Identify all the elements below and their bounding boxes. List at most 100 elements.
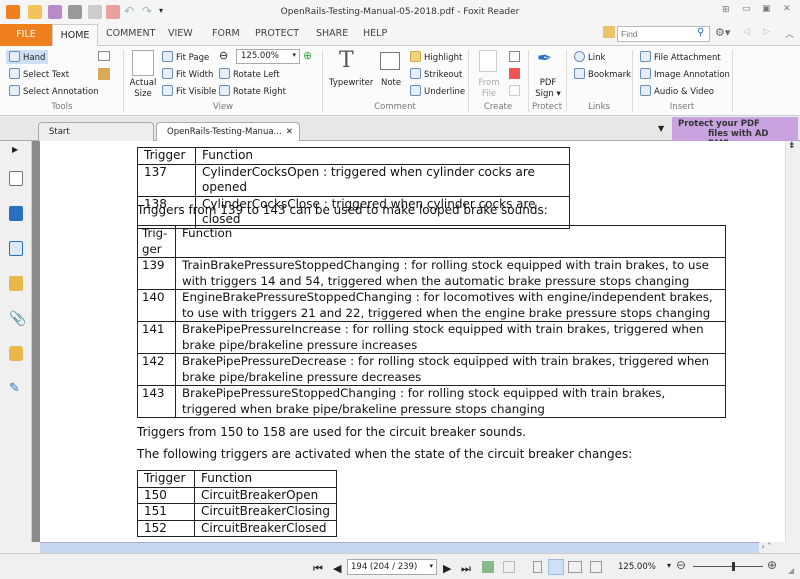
collapse-ribbon-icon[interactable]: ︿ [785, 27, 794, 40]
gear-icon[interactable]: ⚙▾ [715, 26, 730, 39]
layers-icon[interactable] [9, 206, 23, 221]
underline-button[interactable]: Underline [410, 85, 465, 97]
tab-help[interactable]: HELP [363, 28, 387, 39]
strikeout-button[interactable]: Strikeout [410, 68, 462, 80]
split-handle-icon[interactable]: ⇟ [788, 141, 796, 151]
find-options-icon[interactable] [603, 26, 615, 38]
pdf-sign-button[interactable]: PDF Sign ▾ [535, 78, 561, 100]
next-result-icon[interactable]: ▷ [763, 27, 770, 37]
create-blank-icon[interactable] [509, 51, 520, 62]
zoom-slider[interactable] [693, 566, 763, 567]
close-tab-icon[interactable]: ✕ [286, 127, 293, 137]
minimize-button[interactable]: ▭ [742, 4, 751, 14]
previous-page-icon[interactable]: ◀ [333, 562, 341, 575]
expand-panel-icon[interactable]: ▶ [12, 145, 18, 154]
zoom-out-icon[interactable]: ⊖ [676, 558, 686, 572]
zoom-select[interactable]: 125.00% ▾ [236, 49, 300, 64]
select-text-icon [9, 68, 20, 79]
zoom-level[interactable]: 125.00% [618, 562, 656, 572]
scroll-right-icon[interactable]: › ˅ [759, 542, 785, 553]
next-page-icon[interactable]: ▶ [443, 562, 451, 575]
image-annotation-button[interactable]: Image Annotation [640, 68, 730, 80]
from-file-button[interactable]: From File [477, 78, 501, 100]
image-icon [640, 68, 651, 79]
tab-start[interactable]: Start [38, 122, 154, 141]
tab-file[interactable]: FILE [0, 24, 52, 46]
table-row: 152 CircuitBreakerClosed [136, 519, 337, 537]
horizontal-scrollbar[interactable]: › ˅ [40, 542, 785, 553]
fit-width-button[interactable]: Fit Width [162, 68, 213, 80]
facing-page-icon[interactable] [568, 561, 582, 573]
bookmark-icon [574, 68, 585, 79]
tab-form[interactable]: FORM [212, 28, 240, 39]
create-scanner-icon[interactable] [509, 68, 520, 79]
signature-icon[interactable]: ✎ [9, 381, 23, 396]
page-number-input[interactable]: 194 (204 / 239) ▾ [347, 559, 437, 575]
resize-grip-icon[interactable]: ◢ [788, 566, 794, 575]
prev-result-icon[interactable]: ◁ [743, 27, 750, 37]
fit-visible-button[interactable]: Fit Visible [162, 85, 216, 97]
typewriter-button[interactable]: Typewriter [329, 78, 373, 88]
panel-splitter[interactable] [32, 141, 40, 542]
fit-page-button[interactable]: Fit Page [162, 51, 209, 63]
tab-list-dropdown-icon[interactable]: ▼ [658, 124, 664, 133]
previous-view-icon[interactable] [482, 561, 494, 573]
continuous-facing-icon[interactable] [590, 561, 602, 573]
vertical-scrollbar[interactable]: ⇟ [785, 141, 800, 542]
next-view-icon[interactable] [503, 561, 515, 573]
select-text-button[interactable]: Select Text [9, 68, 69, 80]
last-page-icon[interactable]: ⏭ [461, 562, 471, 576]
first-page-icon[interactable]: ⏮ [313, 562, 323, 576]
search-icon[interactable]: ⚲ [697, 27, 704, 38]
group-label-create: Create [483, 102, 513, 112]
maximize-button[interactable]: ▣ [762, 4, 771, 14]
comments-icon[interactable] [9, 276, 23, 291]
attachments-icon[interactable]: 📎 [9, 311, 26, 327]
tab-share[interactable]: SHARE [316, 28, 348, 39]
group-label-comment: Comment [374, 102, 416, 112]
bookmarks-icon[interactable] [9, 241, 23, 256]
group-label-tools: Tools [51, 102, 73, 112]
note-icon [380, 52, 400, 70]
table-row: 140 EngineBrakePressureStoppedChanging : … [137, 289, 726, 322]
close-button[interactable]: ✕ [783, 4, 791, 14]
tab-home[interactable]: HOME [52, 24, 98, 47]
table-row: 151 CircuitBreakerClosing [136, 503, 337, 521]
layout-icon[interactable]: ⊞ [722, 5, 730, 15]
bookmark-button[interactable]: Bookmark [574, 68, 631, 80]
page-thumbnails-icon[interactable] [9, 171, 23, 186]
table-row: 137 CylinderCocksOpen : triggered when cy… [137, 163, 570, 197]
lock-icon[interactable] [9, 346, 23, 361]
create-clipboard-icon[interactable] [509, 85, 520, 96]
continuous-page-icon[interactable] [548, 559, 564, 575]
pdf-sign-icon: ✒ [537, 48, 553, 69]
zoom-in-icon[interactable]: ⊕ [767, 558, 777, 572]
zoom-in-icon[interactable]: ⊕ [303, 49, 312, 62]
title-bar: ↶ ↷ ▾ OpenRails-Testing-Manual-05-2018.p… [0, 0, 800, 24]
audio-video-button[interactable]: Audio & Video [640, 85, 714, 97]
tab-protect[interactable]: PROTECT [255, 28, 299, 39]
highlight-icon [410, 51, 421, 62]
rotate-right-button[interactable]: Rotate Right [219, 85, 286, 97]
single-page-icon[interactable] [533, 561, 542, 573]
tab-view[interactable]: VIEW [168, 28, 193, 39]
hand-icon [9, 51, 20, 62]
file-attachment-button[interactable]: File Attachment [640, 51, 721, 63]
ad-banner[interactable]: Protect your PDFfiles with AD RMS [672, 117, 798, 149]
highlight-button[interactable]: Highlight [410, 51, 462, 63]
tab-document[interactable]: OpenRails-Testing-Manua... ✕ [156, 122, 300, 141]
actual-size-icon [132, 50, 154, 76]
zoom-dropdown-icon[interactable]: ▾ [667, 561, 671, 570]
zoom-out-icon[interactable]: ⊖ [219, 49, 228, 62]
snapshot-icon[interactable] [98, 51, 110, 61]
link-button[interactable]: Link [574, 51, 605, 63]
clipboard-icon[interactable] [98, 68, 110, 80]
select-annotation-button[interactable]: Select Annotation [9, 85, 99, 97]
hand-tool-button[interactable]: Hand [6, 50, 49, 64]
note-button[interactable]: Note [381, 78, 401, 88]
tab-comment[interactable]: COMMENT [106, 28, 155, 39]
paperclip-icon [640, 51, 651, 62]
zoom-slider-thumb[interactable] [731, 562, 735, 571]
rotate-left-button[interactable]: Rotate Left [219, 68, 280, 80]
actual-size-button[interactable]: Actual Size [127, 78, 159, 100]
